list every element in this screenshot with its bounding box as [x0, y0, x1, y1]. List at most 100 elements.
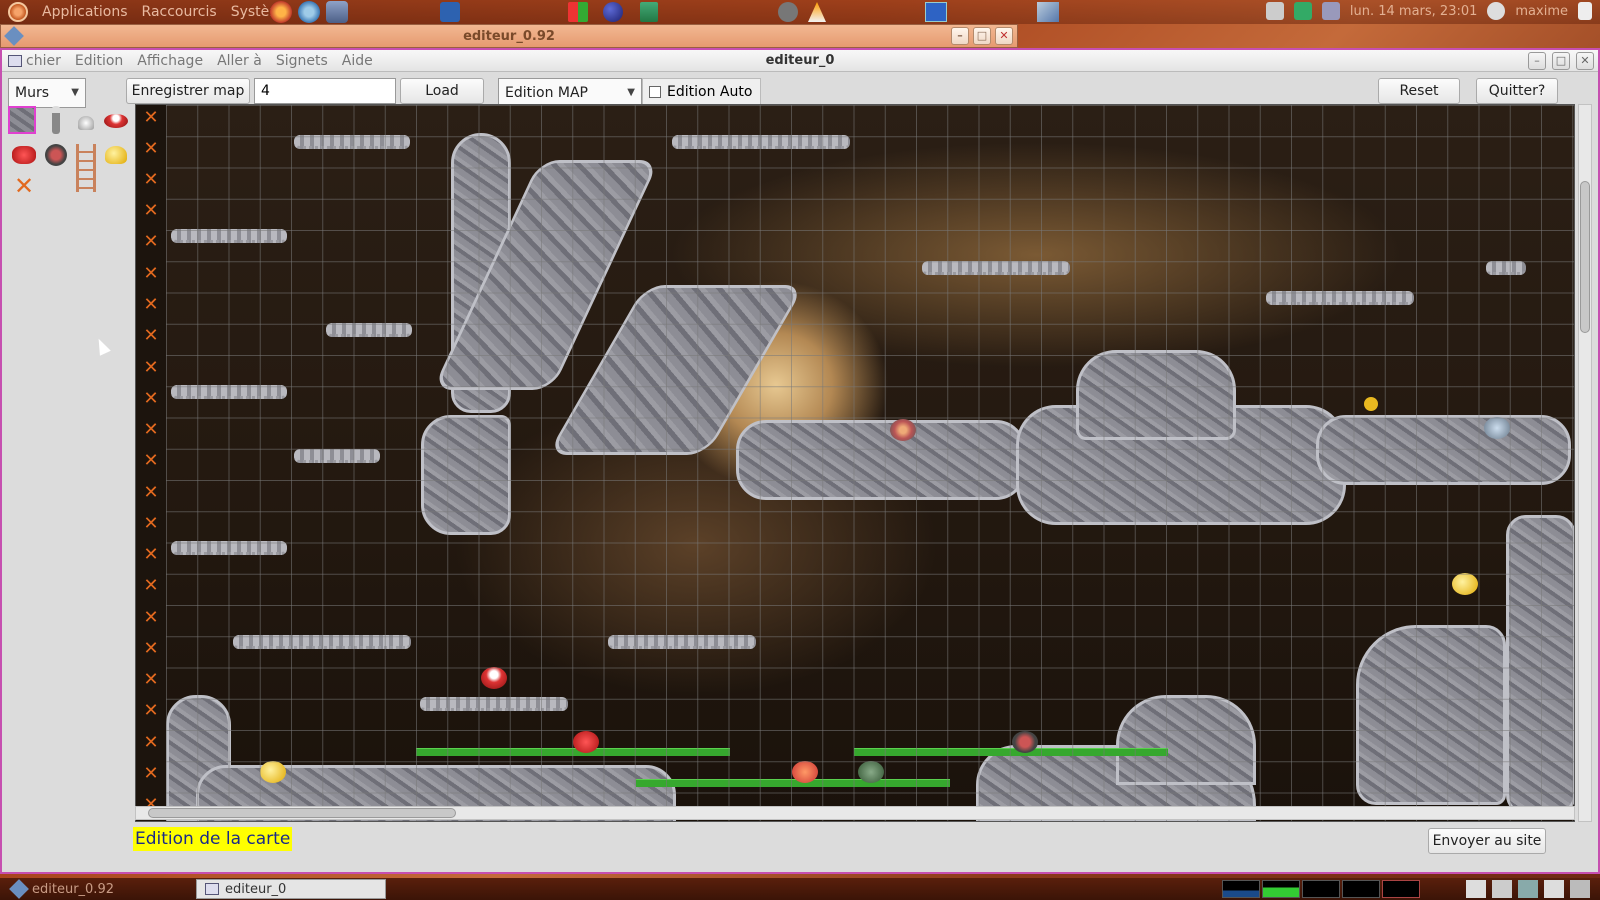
network-icon[interactable] [1265, 2, 1284, 20]
contacts-icon[interactable] [326, 1, 348, 23]
map-number-input[interactable]: 4 [254, 78, 396, 104]
thunderbird-icon[interactable] [298, 1, 320, 23]
minimize-button[interactable]: – [1528, 52, 1546, 70]
send-to-site-button[interactable]: Envoyer au site [1428, 828, 1546, 854]
row-delete-icon[interactable]: ✕ [142, 671, 160, 689]
row-delete-icon[interactable]: ✕ [142, 577, 160, 595]
row-delete-icon[interactable]: ✕ [142, 202, 160, 220]
row-delete-icon[interactable]: ✕ [142, 171, 160, 189]
windows-icon[interactable] [568, 2, 588, 22]
spreadsheet-icon[interactable] [640, 2, 658, 22]
reset-button[interactable]: Reset [1378, 78, 1460, 104]
row-delete-icon[interactable]: ✕ [142, 546, 160, 564]
tray-trash-icon[interactable] [1570, 880, 1590, 898]
lamp-tile-icon[interactable] [72, 106, 100, 134]
taskbar-item-label: editeur_0.92 [32, 881, 114, 897]
vlc-icon[interactable] [808, 2, 826, 22]
taskbar-item-editeur-0.92[interactable]: editeur_0.92 [4, 879, 122, 899]
rock-tile-icon[interactable] [8, 106, 36, 134]
bottom-taskbar: editeur_0.92 editeur_0 [0, 878, 1600, 900]
back-window-titlebar[interactable]: editeur_0.92 – □ ✕ [0, 24, 1018, 48]
row-delete-icon[interactable]: ✕ [142, 640, 160, 658]
close-button[interactable]: ✕ [1576, 52, 1594, 70]
map-canvas[interactable]: ✕ ✕ ✕ ✕ ✕ ✕ ✕ ✕ ✕ ✕ ✕ ✕ ✕ ✕ ✕ ✕ ✕ ✕ ✕ ✕ … [135, 104, 1575, 822]
firefox-icon[interactable] [270, 1, 292, 23]
red-saucer-tile-icon[interactable] [102, 106, 130, 134]
back-maximize-button[interactable]: □ [973, 27, 991, 45]
row-delete-icon[interactable]: ✕ [142, 233, 160, 251]
row-delete-icon[interactable]: ✕ [142, 327, 160, 345]
ubuntu-logo-icon[interactable] [8, 2, 28, 22]
checkbox-box[interactable] [649, 86, 661, 98]
row-delete-icon[interactable]: ✕ [142, 390, 160, 408]
save-map-button[interactable]: Enregistrer map [126, 78, 250, 104]
menu-edition[interactable]: Edition [75, 53, 123, 69]
back-window-app-icon [4, 26, 24, 46]
workspace-2[interactable] [1262, 880, 1300, 898]
quit-button[interactable]: Quitter? [1476, 78, 1558, 104]
row-delete-icon[interactable]: ✕ [142, 140, 160, 158]
desktop-icon[interactable] [925, 2, 947, 22]
workspace-5[interactable] [1382, 880, 1420, 898]
taskbar-item-editeur-0[interactable]: editeur_0 [196, 879, 386, 899]
row-delete-icon[interactable]: ✕ [142, 609, 160, 627]
tray-docs-icon[interactable] [1544, 880, 1564, 898]
player-tile-icon[interactable] [42, 106, 70, 134]
row-delete-icon[interactable]: ✕ [142, 109, 160, 127]
row-delete-icon[interactable]: ✕ [142, 734, 160, 752]
red-crab-tile-icon[interactable] [10, 140, 38, 168]
gimp-icon[interactable] [778, 2, 798, 22]
username-text[interactable]: maxime [1515, 4, 1568, 19]
vertical-scrollbar[interactable] [1578, 104, 1592, 822]
workspace-switcher[interactable] [1222, 880, 1420, 898]
taskbar-window-icon [205, 883, 219, 895]
ladder-tile-icon[interactable] [72, 140, 100, 196]
row-delete-icon[interactable]: ✕ [142, 265, 160, 283]
row-delete-icon[interactable]: ✕ [142, 359, 160, 377]
row-delete-icon[interactable]: ✕ [142, 765, 160, 783]
horizontal-scrollbar[interactable] [135, 806, 1575, 820]
auto-edit-checkbox[interactable]: Edition Auto [642, 78, 762, 106]
menu-aide[interactable]: Aide [342, 53, 373, 69]
menu-affichage[interactable]: Affichage [137, 53, 203, 69]
tray-calendar-icon[interactable] [1492, 880, 1512, 898]
display-icon[interactable] [1321, 2, 1340, 20]
row-delete-icon[interactable]: ✕ [142, 484, 160, 502]
main-window-titlebar[interactable]: chier Edition Affichage Aller à Signets … [2, 50, 1598, 72]
editor-app-icon[interactable] [1037, 2, 1059, 22]
row-delete-icon[interactable]: ✕ [142, 296, 160, 314]
row-delete-icon[interactable]: ✕ [142, 421, 160, 439]
tray-window-icon[interactable] [1466, 880, 1486, 898]
globe-icon[interactable] [603, 2, 623, 22]
horizontal-scroll-thumb[interactable] [148, 808, 456, 818]
maximize-button[interactable]: □ [1552, 52, 1570, 70]
menu-signets[interactable]: Signets [276, 53, 328, 69]
load-button[interactable]: Load [400, 78, 484, 104]
bomb-tile-icon[interactable] [40, 139, 72, 171]
panel-menu-raccourcis[interactable]: Raccourcis [142, 4, 217, 20]
vertical-scroll-thumb[interactable] [1580, 181, 1590, 333]
app-launcher-icon[interactable] [440, 2, 460, 22]
workspace-4[interactable] [1342, 880, 1380, 898]
menu-fichier[interactable]: chier [26, 53, 61, 69]
workspace-1[interactable] [1222, 880, 1260, 898]
power-icon[interactable] [1578, 2, 1592, 20]
taskbar-app-icon [9, 879, 29, 899]
auto-edit-label: Edition Auto [667, 84, 753, 100]
row-delete-icon[interactable]: ✕ [142, 452, 160, 470]
erase-tile-icon[interactable]: ✕ [10, 172, 38, 200]
workspace-3[interactable] [1302, 880, 1340, 898]
back-close-button[interactable]: ✕ [995, 27, 1013, 45]
tile-palette: ✕ [6, 106, 134, 826]
clock-text[interactable]: lun. 14 mars, 23:01 [1350, 4, 1478, 19]
gold-tile-icon[interactable] [102, 140, 130, 168]
back-minimize-button[interactable]: – [951, 27, 969, 45]
tray-editor-icon[interactable] [1518, 880, 1538, 898]
layer-select[interactable]: Murs ▼ [8, 78, 86, 108]
row-delete-icon[interactable]: ✕ [142, 702, 160, 720]
mail-status-icon[interactable] [1293, 2, 1312, 20]
menu-aller-a[interactable]: Aller à [217, 53, 262, 69]
panel-menu-applications[interactable]: Applications [42, 4, 128, 20]
row-delete-icon[interactable]: ✕ [142, 515, 160, 533]
user-icon [1487, 2, 1506, 20]
